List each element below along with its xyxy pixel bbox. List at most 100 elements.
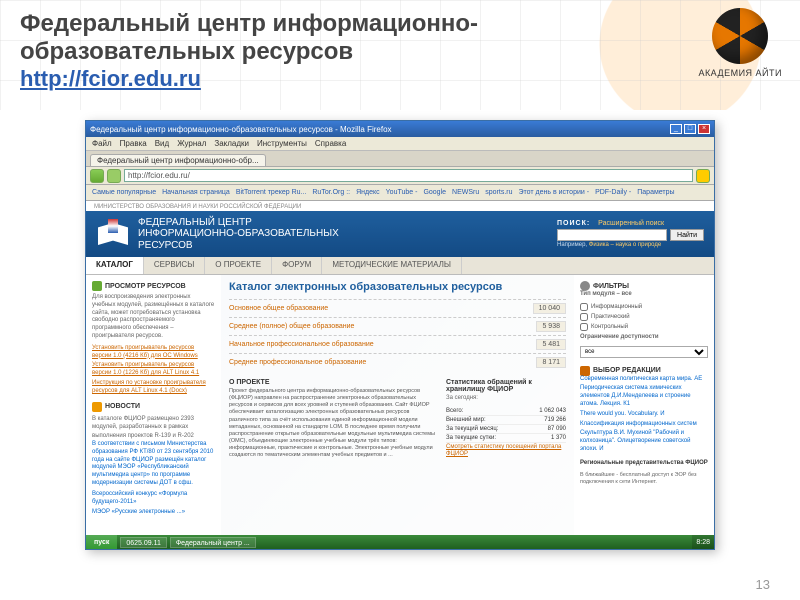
reps-header: Региональные представительства ФЦИОР (580, 460, 708, 468)
pick-2[interactable]: Периодическая система химических элемент… (580, 385, 708, 408)
menu-help[interactable]: Справка (315, 139, 346, 148)
minimize-button[interactable]: _ (670, 124, 682, 134)
task-item-1[interactable]: 0625.09.11 (120, 537, 167, 548)
pick-5[interactable]: Скульптура В.И. Мухиной "Рабочий и колхо… (580, 430, 708, 453)
taskbar: пуск 0625.09.11 Федеральный центр ... 8:… (86, 535, 714, 549)
clock: 8:28 (696, 539, 710, 546)
forward-button[interactable] (107, 169, 121, 183)
bm-rutor[interactable]: RuTor.Org :: (312, 189, 350, 196)
bm-sports[interactable]: sports.ru (485, 189, 512, 196)
cat-basic[interactable]: Основное общее образование (229, 305, 328, 312)
menu-view[interactable]: Вид (155, 139, 169, 148)
browser-tabbar: Федеральный центр информационно-обр... (86, 151, 714, 167)
cat-basic-count: 10 040 (533, 303, 566, 314)
bm-google[interactable]: Google (423, 189, 446, 196)
reload-button[interactable] (696, 169, 710, 183)
typemod-label: Тип модуля – все (580, 291, 708, 299)
left-column: ПРОСМОТР РЕСУРСОВ Для воспроизведения эл… (86, 275, 221, 537)
address-input[interactable]: http://fcior.edu.ru/ (124, 169, 693, 182)
window-titlebar[interactable]: Федеральный центр информационно-образова… (86, 121, 714, 137)
advanced-search-link[interactable]: Расширенный поиск (598, 220, 664, 227)
limit-label: Ограничение доступности (580, 334, 708, 342)
book-logo-icon (96, 219, 130, 249)
bm-yandex[interactable]: Яндекс (356, 189, 380, 196)
slide-number: 13 (756, 577, 770, 592)
academy-logo: АКАДЕМИЯ АЙТИ (698, 8, 782, 78)
search-label: ПОИСК: (557, 220, 590, 227)
menu-bookmarks[interactable]: Закладки (214, 139, 249, 148)
bm-home[interactable]: Начальная страница (162, 189, 230, 196)
news-3[interactable]: Всероссийский конкурс «Формула будущего-… (92, 491, 215, 507)
pick-icon (580, 366, 590, 376)
stats-period: За сегодня: (446, 395, 566, 403)
cat-initprof-count: 5 481 (536, 339, 566, 350)
task-item-2[interactable]: Федеральный центр ... (170, 537, 256, 548)
site-nav: КАТАЛОГ СЕРВИСЫ О ПРОЕКТЕ ФОРУМ МЕТОДИЧЕ… (86, 257, 714, 275)
news-4[interactable]: МЭОР «Русские электронные ...» (92, 509, 215, 517)
logo-ball-icon (712, 8, 768, 64)
chk-ctrl[interactable]: Контрольный (580, 323, 708, 331)
catalog-heading: Каталог электронных образовательных ресу… (229, 281, 566, 293)
tab-methods[interactable]: МЕТОДИЧЕСКИЕ МАТЕРИАЛЫ (322, 257, 462, 274)
bm-params[interactable]: Параметры (637, 189, 674, 196)
bm-pdf[interactable]: PDF-Daily - (595, 189, 631, 196)
search-button[interactable]: Найти (670, 229, 704, 241)
download-instr[interactable]: Инструкция по установке проигрывателя ре… (92, 380, 215, 396)
menu-edit[interactable]: Правка (120, 139, 147, 148)
menu-file[interactable]: Файл (92, 139, 112, 148)
cat-full-count: 5 938 (536, 321, 566, 332)
cat-initprof[interactable]: Начальное профессиональное образование (229, 341, 374, 348)
bm-bt[interactable]: BitTorrent трекер Ru... (236, 189, 307, 196)
browser-tab[interactable]: Федеральный центр информационно-обр... (90, 154, 266, 166)
maximize-button[interactable]: □ (684, 124, 696, 134)
bm-history[interactable]: Этот день в истории - (519, 189, 590, 196)
tab-forum[interactable]: ФОРУМ (272, 257, 322, 274)
menu-tools[interactable]: Инструменты (257, 139, 307, 148)
bookmarks-bar: Самые популярные Начальная страница BitT… (86, 185, 714, 201)
address-bar: http://fcior.edu.ru/ (86, 167, 714, 185)
tab-catalog[interactable]: КАТАЛОГ (86, 257, 144, 274)
browser-window: Федеральный центр информационно-образова… (85, 120, 715, 550)
about-header: О ПРОЕКТЕ (229, 379, 438, 386)
cat-midprof[interactable]: Среднее профессиональное образование (229, 359, 366, 366)
limit-select[interactable]: все (580, 346, 708, 358)
view-text: Для воспроизведения электронных учебных … (92, 294, 215, 341)
tab-about[interactable]: О ПРОЕКТЕ (205, 257, 272, 274)
stats-link[interactable]: Смотреть статистику посещений портала ФЦ… (446, 444, 561, 457)
pick-header: ВЫБОР РЕДАКЦИИ (593, 367, 661, 374)
search-input[interactable] (557, 229, 667, 241)
filters-header: ФИЛЬТРЫ (593, 283, 629, 290)
page-content: МИНИСТЕРСТВО ОБРАЗОВАНИЯ И НАУКИ РОССИЙС… (86, 201, 714, 537)
logo-text: АКАДЕМИЯ АЙТИ (698, 68, 782, 78)
window-title: Федеральный центр информационно-образова… (90, 125, 392, 134)
close-button[interactable]: × (698, 124, 710, 134)
system-tray[interactable]: 8:28 (692, 535, 714, 549)
view-icon (92, 281, 102, 291)
tab-services[interactable]: СЕРВИСЫ (144, 257, 205, 274)
gear-icon (580, 281, 590, 291)
pick-4[interactable]: Классификация информационных систем (580, 421, 708, 429)
main-column: Каталог электронных образовательных ресу… (221, 275, 574, 537)
chk-pract[interactable]: Практический (580, 313, 708, 321)
pick-1[interactable]: Современная политическая карта мира. АЕ (580, 376, 708, 384)
bm-newsru[interactable]: NEWSru (452, 189, 479, 196)
cat-full[interactable]: Среднее (полное) общее образование (229, 323, 354, 330)
download-win[interactable]: Установить проигрыватель ресурсов версии… (92, 345, 215, 361)
start-button[interactable]: пуск (86, 535, 117, 549)
menu-history[interactable]: Журнал (177, 139, 206, 148)
pick-3[interactable]: There would you. Vocabulary. И (580, 411, 708, 419)
cat-row: Основное общее образование 10 040 (229, 299, 566, 317)
back-button[interactable] (90, 169, 104, 183)
news-2[interactable]: В соответствии с письмом Министерства об… (92, 441, 215, 488)
title-line1: Федеральный центр информационно- (20, 10, 478, 37)
search-hint-link[interactable]: Физика – наука о природе (589, 242, 661, 248)
news-1: В каталоге ФЦИОР размещено 2393 модулей,… (92, 416, 194, 440)
title-url[interactable]: http://fcior.edu.ru (20, 66, 201, 91)
bm-popular[interactable]: Самые популярные (92, 189, 156, 196)
download-linux[interactable]: Установить проигрыватель ресурсов версии… (92, 362, 215, 378)
search-box: ПОИСК: Расширенный поиск Найти Например,… (557, 220, 704, 248)
cat-row: Среднее профессиональное образование8 17… (229, 353, 566, 371)
chk-info[interactable]: Информационный (580, 303, 708, 311)
bm-youtube[interactable]: YouTube - (386, 189, 418, 196)
news-header: НОВОСТИ (105, 403, 140, 410)
